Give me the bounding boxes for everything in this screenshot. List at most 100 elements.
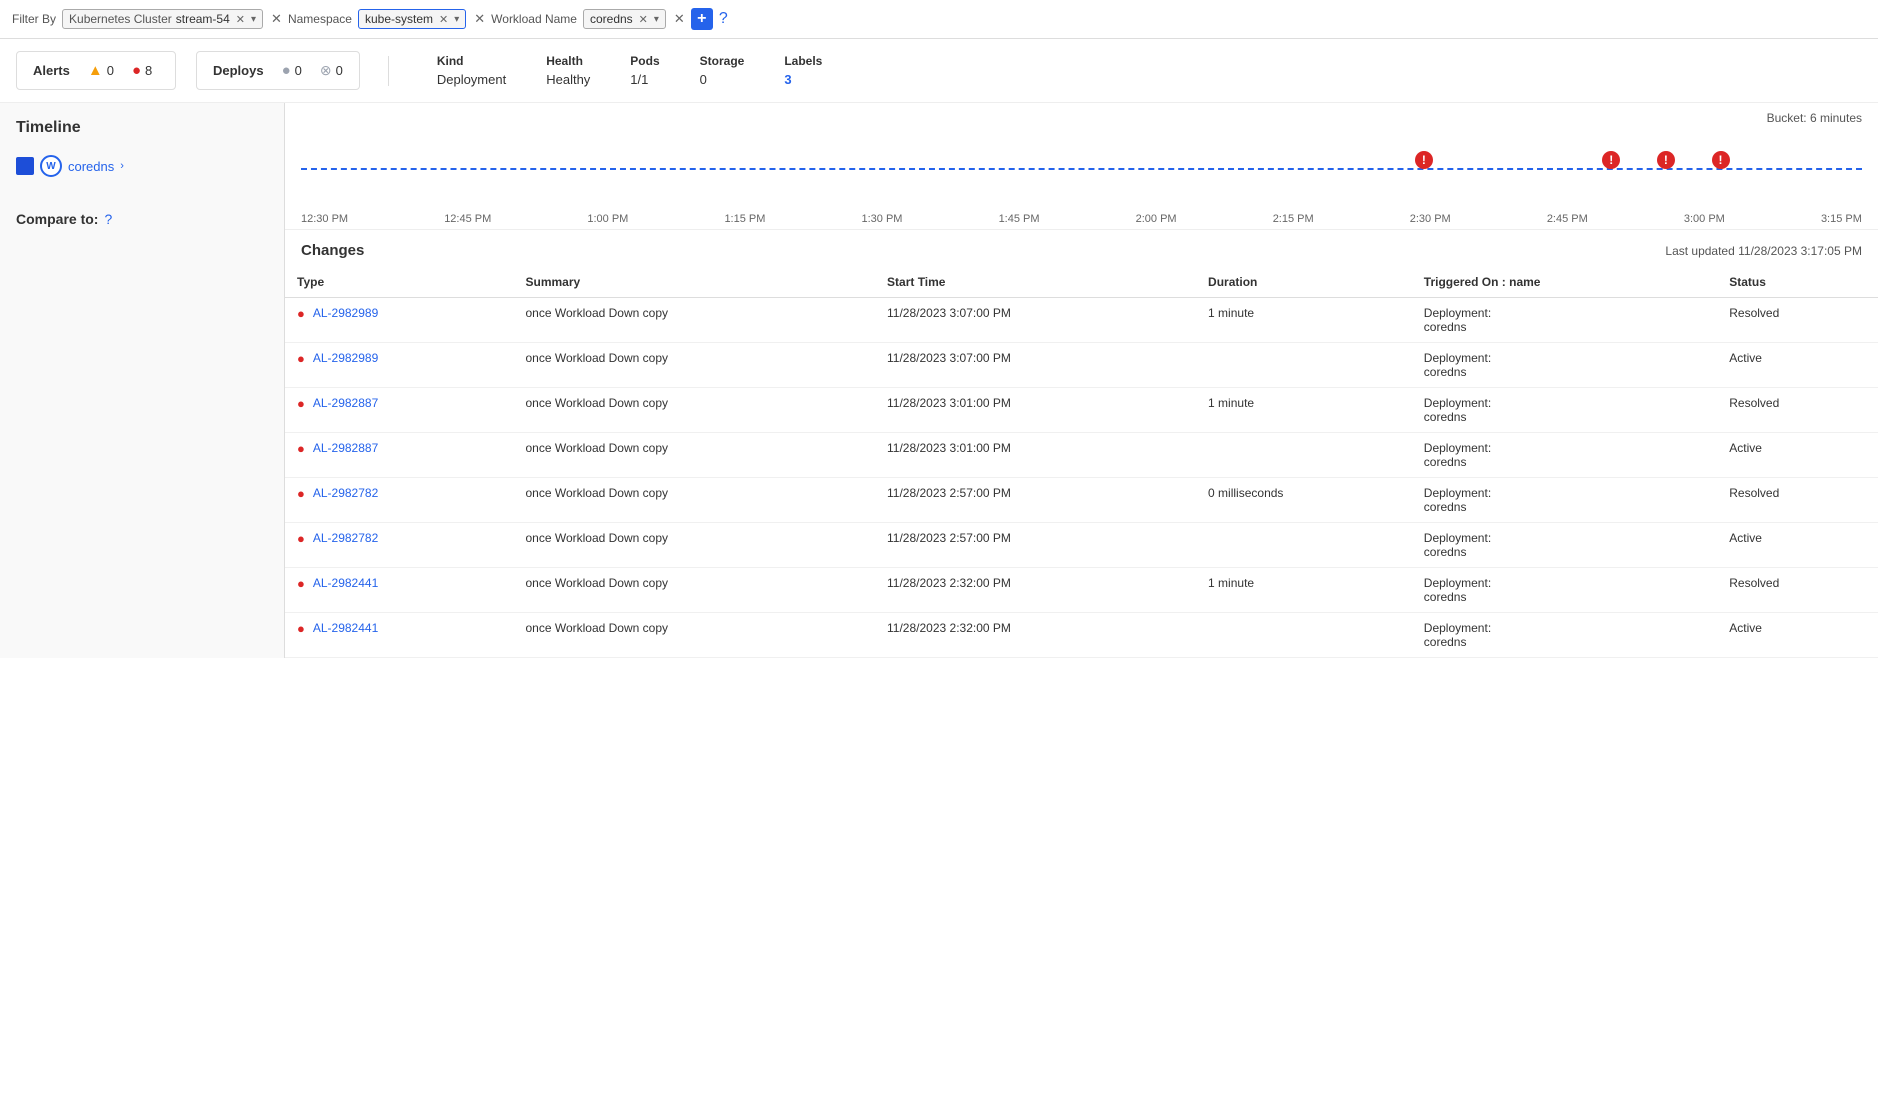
cell-type-1: ● AL-2982989 [285, 343, 513, 388]
changes-table: Type Summary Start Time Duration Trigger… [285, 267, 1878, 658]
alerts-widget: Alerts ▲ 0 ● 8 [16, 51, 176, 90]
time-label-9: 2:45 PM [1547, 213, 1588, 225]
table-row: ● AL-2982989 once Workload Down copy 11/… [285, 298, 1878, 343]
filter-namespace-remove[interactable]: ✕ [474, 11, 485, 27]
cell-type-4: ● AL-2982782 [285, 478, 513, 523]
chevron-right-icon: › [120, 160, 124, 172]
filter-by-label: Filter By [12, 12, 56, 26]
cell-status-3: Active [1717, 433, 1878, 478]
cell-status-1: Active [1717, 343, 1878, 388]
info-columns: Kind Deployment Health Healthy Pods 1/1 … [417, 54, 1862, 87]
alert-link-7[interactable]: AL-2982441 [313, 621, 378, 635]
compare-section: Compare to: ? [16, 211, 268, 227]
cell-start-time-2: 11/28/2023 3:01:00 PM [875, 388, 1196, 433]
add-filter-button[interactable]: + [691, 8, 713, 30]
alert-link-4[interactable]: AL-2982782 [313, 486, 378, 500]
filter-k8s-cluster: Kubernetes Cluster stream-54 ✕ ▾ [62, 9, 263, 29]
changes-title: Changes [301, 242, 364, 259]
filter-workload-remove[interactable]: ✕ [674, 11, 685, 27]
time-label-11: 3:15 PM [1821, 213, 1862, 225]
alert-link-1[interactable]: AL-2982989 [313, 351, 378, 365]
filter-namespace-dropdown[interactable]: ▾ [454, 14, 459, 25]
row-error-icon-7: ● [297, 621, 305, 636]
table-row: ● AL-2982782 once Workload Down copy 11/… [285, 478, 1878, 523]
filter-k8s-cluster-clear[interactable]: ✕ [234, 13, 247, 26]
cell-triggered-on-4: Deployment:coredns [1412, 478, 1717, 523]
cell-type-5: ● AL-2982782 [285, 523, 513, 568]
time-label-0: 12:30 PM [301, 213, 348, 225]
cell-type-6: ● AL-2982441 [285, 568, 513, 613]
filter-bar: Filter By Kubernetes Cluster stream-54 ✕… [0, 0, 1878, 39]
kind-col: Kind Deployment [437, 54, 506, 87]
cell-summary-5: once Workload Down copy [513, 523, 875, 568]
blue-square-icon [16, 157, 34, 175]
cell-summary-1: once Workload Down copy [513, 343, 875, 388]
cell-start-time-0: 11/28/2023 3:07:00 PM [875, 298, 1196, 343]
alert-link-0[interactable]: AL-2982989 [313, 306, 378, 320]
alert-dot-icon-1: ! [1415, 151, 1433, 169]
deploy-x-count: ⊗ 0 [320, 62, 343, 79]
deploy-neutral-value: 0 [295, 63, 302, 78]
cell-duration-7 [1196, 613, 1412, 658]
pods-col: Pods 1/1 [630, 54, 659, 87]
last-updated: Last updated 11/28/2023 3:17:05 PM [1665, 244, 1862, 258]
pods-value: 1/1 [630, 72, 659, 87]
filter-workload-dropdown[interactable]: ▾ [654, 14, 659, 25]
alert-link-6[interactable]: AL-2982441 [313, 576, 378, 590]
time-label-1: 12:45 PM [444, 213, 491, 225]
deploy-x-value: 0 [336, 63, 343, 78]
storage-col: Storage 0 [700, 54, 745, 87]
workload-item[interactable]: W coredns › [16, 151, 268, 181]
health-label: Health [546, 54, 590, 68]
w-circle-icon: W [40, 155, 62, 177]
help-icon[interactable]: ? [719, 10, 728, 28]
deploy-neutral-count: ● 0 [282, 62, 302, 79]
labels-label: Labels [784, 54, 822, 68]
labels-value: 3 [784, 72, 822, 87]
deploys-label: Deploys [213, 63, 264, 78]
alert-link-5[interactable]: AL-2982782 [313, 531, 378, 545]
alert-link-3[interactable]: AL-2982887 [313, 441, 378, 455]
deploys-widget: Deploys ● 0 ⊗ 0 [196, 51, 360, 90]
cell-duration-2: 1 minute [1196, 388, 1412, 433]
time-label-4: 1:30 PM [862, 213, 903, 225]
filter-namespace-clear[interactable]: ✕ [437, 13, 450, 26]
kind-label: Kind [437, 54, 506, 68]
table-header-row: Type Summary Start Time Duration Trigger… [285, 267, 1878, 298]
table-row: ● AL-2982441 once Workload Down copy 11/… [285, 613, 1878, 658]
circle-icon: ● [282, 62, 291, 79]
summary-bar: Alerts ▲ 0 ● 8 Deploys ● 0 ⊗ 0 Kind Depl… [0, 39, 1878, 103]
cell-summary-2: once Workload Down copy [513, 388, 875, 433]
cell-triggered-on-3: Deployment:coredns [1412, 433, 1717, 478]
filter-workload-clear[interactable]: ✕ [637, 13, 650, 26]
cell-duration-3 [1196, 433, 1412, 478]
filter-workload: coredns ✕ ▾ [583, 9, 666, 29]
divider [388, 56, 389, 86]
cell-start-time-6: 11/28/2023 2:32:00 PM [875, 568, 1196, 613]
cell-status-6: Resolved [1717, 568, 1878, 613]
alert-dot-1[interactable]: ! [1415, 151, 1435, 171]
health-col: Health Healthy [546, 54, 590, 87]
workload-name-link[interactable]: coredns [68, 159, 114, 174]
alert-dot-4[interactable]: ! [1712, 151, 1732, 171]
alert-dot-3[interactable]: ! [1657, 151, 1677, 171]
health-value: Healthy [546, 72, 590, 87]
filter-k8s-cluster-dropdown[interactable]: ▾ [251, 14, 256, 25]
labels-col: Labels 3 [784, 54, 822, 87]
cell-duration-0: 1 minute [1196, 298, 1412, 343]
cell-summary-6: once Workload Down copy [513, 568, 875, 613]
col-duration: Duration [1196, 267, 1412, 298]
col-triggered-on: Triggered On : name [1412, 267, 1717, 298]
table-row: ● AL-2982887 once Workload Down copy 11/… [285, 433, 1878, 478]
filter-k8s-cluster-remove[interactable]: ✕ [271, 11, 282, 27]
cell-type-2: ● AL-2982887 [285, 388, 513, 433]
alert-warning-value: 0 [107, 63, 114, 78]
bucket-label: Bucket: 6 minutes [285, 103, 1878, 125]
alert-link-2[interactable]: AL-2982887 [313, 396, 378, 410]
alert-dot-2[interactable]: ! [1602, 151, 1622, 171]
filter-namespace: kube-system ✕ ▾ [358, 9, 466, 29]
compare-help-icon[interactable]: ? [104, 211, 112, 227]
alert-dot-icon-4: ! [1712, 151, 1730, 169]
filter-k8s-cluster-label: Kubernetes Cluster [69, 12, 172, 26]
col-type: Type [285, 267, 513, 298]
